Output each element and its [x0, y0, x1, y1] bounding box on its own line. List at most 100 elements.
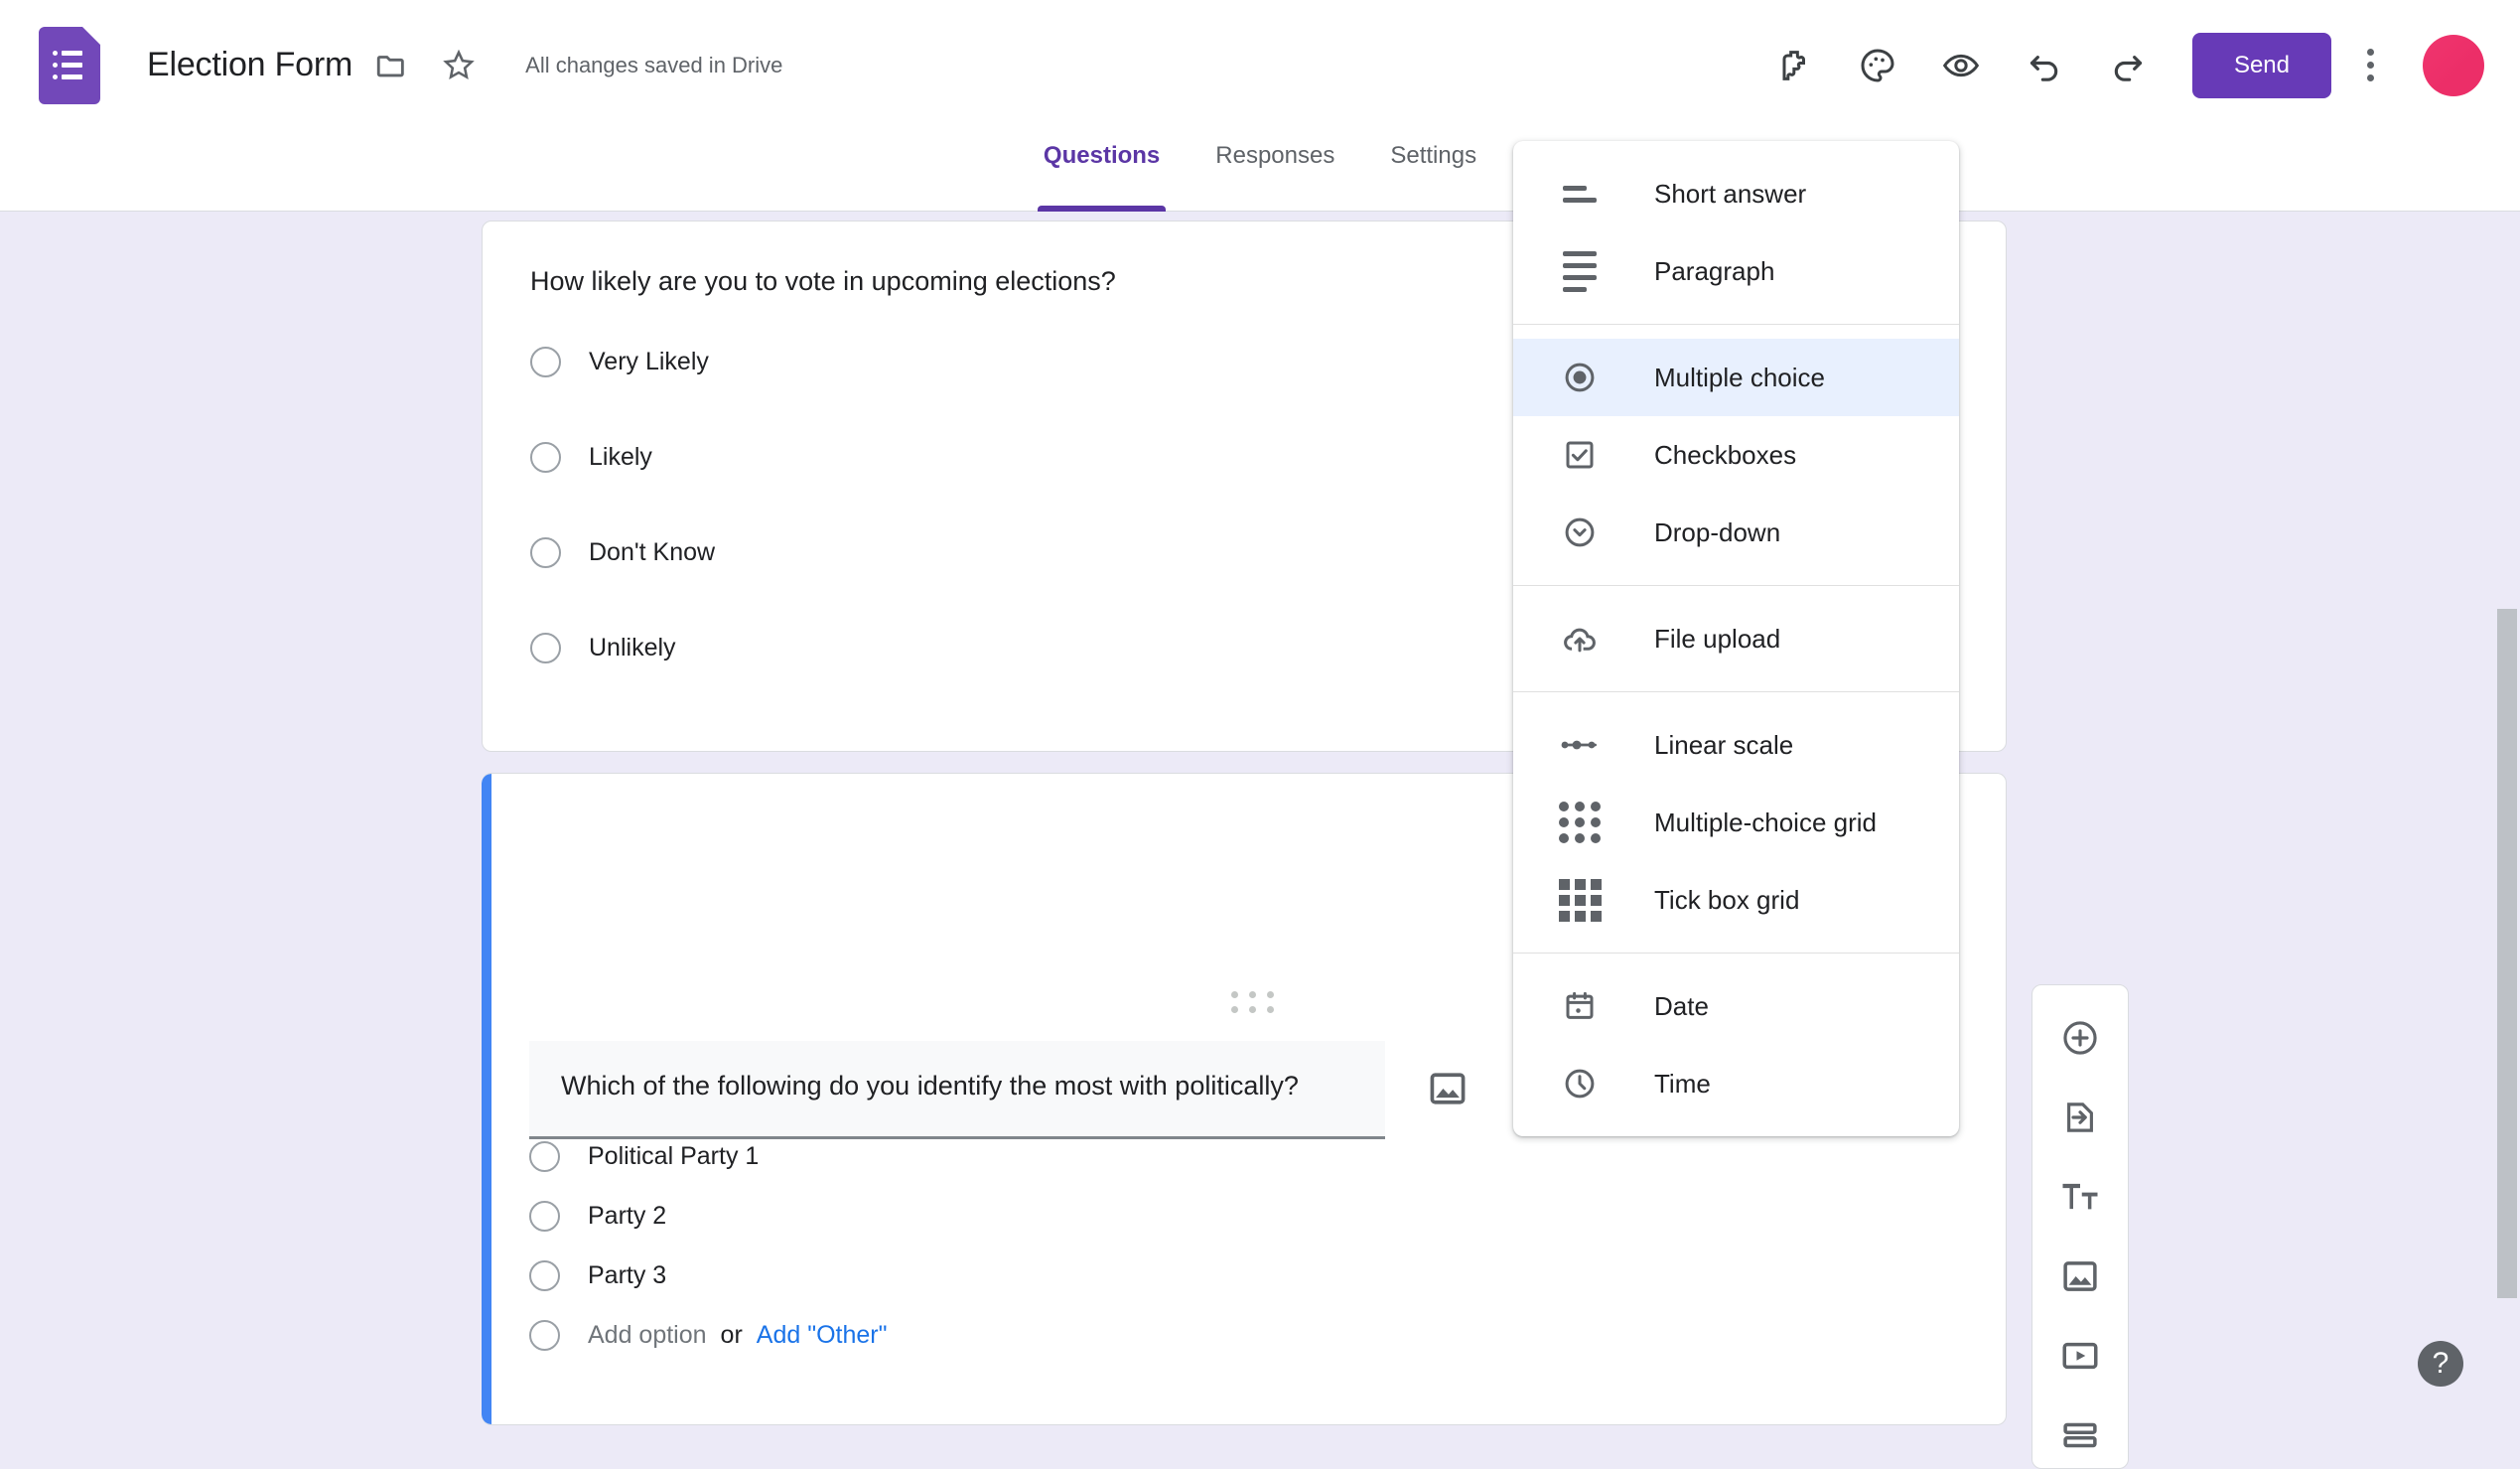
- option-row[interactable]: Unlikely: [530, 633, 676, 663]
- add-image-icon: [2063, 1261, 2097, 1291]
- paragraph-icon: [1557, 250, 1603, 292]
- menu-item-paragraph[interactable]: Paragraph: [1513, 232, 1959, 310]
- menu-item-label: Multiple choice: [1654, 362, 1825, 392]
- option-row[interactable]: Very Likely: [530, 347, 709, 377]
- star-button[interactable]: [430, 37, 488, 94]
- menu-item-label: File upload: [1654, 623, 1781, 654]
- document-title[interactable]: Election Form: [147, 46, 352, 84]
- tab-responses[interactable]: Responses: [1188, 130, 1362, 212]
- menu-group-datetime: Date Time: [1513, 953, 1959, 1122]
- option-label: Very Likely: [589, 348, 709, 375]
- form-canvas: How likely are you to vote in upcoming e…: [0, 212, 2520, 1469]
- option-label: Political Party 1: [588, 1142, 760, 1170]
- add-question-button[interactable]: [2049, 1007, 2111, 1069]
- option-label: Don't Know: [589, 538, 716, 566]
- menu-item-drop-down[interactable]: Drop-down: [1513, 494, 1959, 571]
- google-forms-logo-icon: [39, 26, 100, 104]
- option-row[interactable]: Don't Know: [530, 537, 715, 568]
- tab-bar: Questions Responses Settings: [0, 130, 2520, 212]
- menu-item-label: Drop-down: [1654, 516, 1781, 547]
- header-actions: Send: [1757, 29, 2520, 102]
- radio-icon: [530, 442, 561, 473]
- add-image-button[interactable]: [2049, 1246, 2111, 1307]
- menu-item-label: Short answer: [1654, 178, 1807, 209]
- add-title-description-button[interactable]: [2049, 1166, 2111, 1228]
- menu-group-scale-grid: Linear scale Multiple-choice grid Tick b…: [1513, 691, 1959, 939]
- question-type-dropdown-menu[interactable]: Short answer Paragraph Multiple choice C…: [1513, 141, 1959, 1136]
- menu-item-label: Linear scale: [1654, 729, 1794, 760]
- menu-item-label: Date: [1654, 990, 1709, 1021]
- send-button[interactable]: Send: [2191, 32, 2331, 98]
- menu-item-time[interactable]: Time: [1513, 1045, 1959, 1122]
- radio-button-icon: [1557, 360, 1603, 395]
- menu-item-tick-box-grid[interactable]: Tick box grid: [1513, 861, 1959, 939]
- menu-group-choice: Multiple choice Checkboxes Drop-down: [1513, 324, 1959, 571]
- addons-puzzle-icon: [1782, 50, 1805, 80]
- add-video-button[interactable]: [2049, 1325, 2111, 1387]
- add-other-link[interactable]: Add "Other": [757, 1321, 888, 1350]
- menu-group-upload: File upload: [1513, 585, 1959, 677]
- menu-item-linear-scale[interactable]: Linear scale: [1513, 706, 1959, 784]
- question-title-2: Which of the following do you identify t…: [561, 1071, 1299, 1101]
- scrollbar-thumb[interactable]: [2497, 609, 2517, 1298]
- option-label: Unlikely: [589, 634, 676, 661]
- dot-grid-icon: [1557, 802, 1603, 843]
- more-options-button[interactable]: [2339, 29, 2401, 102]
- chevron-down-circle-icon: [1557, 514, 1603, 550]
- scrollbar-track[interactable]: [2494, 212, 2520, 1414]
- import-questions-button[interactable]: [2049, 1087, 2111, 1148]
- form-editor-toolbar: [2031, 984, 2129, 1469]
- checkbox-icon: [1557, 437, 1603, 473]
- radio-icon: [529, 1320, 560, 1351]
- preview-button[interactable]: [1924, 29, 1998, 102]
- active-card-accent-bar: [482, 774, 491, 1424]
- drag-handle-icon[interactable]: [1231, 991, 1277, 1013]
- question-title-input[interactable]: Which of the following do you identify t…: [529, 1041, 1385, 1139]
- menu-item-date[interactable]: Date: [1513, 967, 1959, 1045]
- option-label: Likely: [589, 443, 652, 471]
- add-option-row[interactable]: Add option or Add "Other": [529, 1320, 887, 1351]
- tab-questions[interactable]: Questions: [1016, 130, 1188, 212]
- menu-item-file-upload[interactable]: File upload: [1513, 600, 1959, 677]
- undo-icon: [2030, 55, 2058, 81]
- add-option-label[interactable]: Add option: [588, 1321, 707, 1350]
- menu-item-label: Multiple-choice grid: [1654, 807, 1877, 837]
- save-status-text: All changes saved in Drive: [525, 52, 783, 77]
- menu-item-checkboxes[interactable]: Checkboxes: [1513, 416, 1959, 494]
- radio-icon: [530, 347, 561, 377]
- add-section-button[interactable]: [2049, 1404, 2111, 1466]
- tab-settings[interactable]: Settings: [1362, 130, 1504, 212]
- redo-button[interactable]: [2091, 29, 2165, 102]
- add-section-icon: [2063, 1422, 2097, 1448]
- radio-icon: [530, 633, 561, 663]
- app-header: Election Form All changes saved in Drive: [0, 0, 2520, 130]
- question-title-1: How likely are you to vote in upcoming e…: [530, 266, 1116, 296]
- calendar-icon: [1557, 988, 1603, 1024]
- move-to-folder-button[interactable]: [362, 37, 420, 94]
- linear-scale-icon: [1557, 736, 1603, 754]
- option-row[interactable]: Political Party 1: [529, 1141, 759, 1172]
- menu-item-label: Paragraph: [1654, 255, 1775, 286]
- radio-icon: [529, 1141, 560, 1172]
- radio-icon: [530, 537, 561, 568]
- image-icon: [1430, 1073, 1466, 1104]
- menu-item-short-answer[interactable]: Short answer: [1513, 155, 1959, 232]
- customize-theme-button[interactable]: [1841, 29, 1914, 102]
- addons-button[interactable]: [1757, 29, 1831, 102]
- option-row[interactable]: Party 2: [529, 1201, 666, 1232]
- menu-item-label: Tick box grid: [1654, 884, 1800, 915]
- option-label: Party 2: [588, 1202, 667, 1230]
- option-row[interactable]: Party 3: [529, 1260, 666, 1291]
- star-icon: [443, 49, 475, 79]
- or-label: or: [720, 1321, 743, 1349]
- menu-item-multiple-choice-grid[interactable]: Multiple-choice grid: [1513, 784, 1959, 861]
- undo-button[interactable]: [2008, 29, 2081, 102]
- menu-item-label: Checkboxes: [1654, 439, 1797, 470]
- radio-icon: [529, 1201, 560, 1232]
- menu-item-multiple-choice[interactable]: Multiple choice: [1513, 339, 1959, 416]
- option-row[interactable]: Likely: [530, 442, 652, 473]
- eye-icon: [1942, 54, 1980, 76]
- help-button[interactable]: ?: [2418, 1341, 2463, 1387]
- add-image-to-question-button[interactable]: [1417, 1058, 1478, 1119]
- user-avatar[interactable]: [2423, 34, 2484, 96]
